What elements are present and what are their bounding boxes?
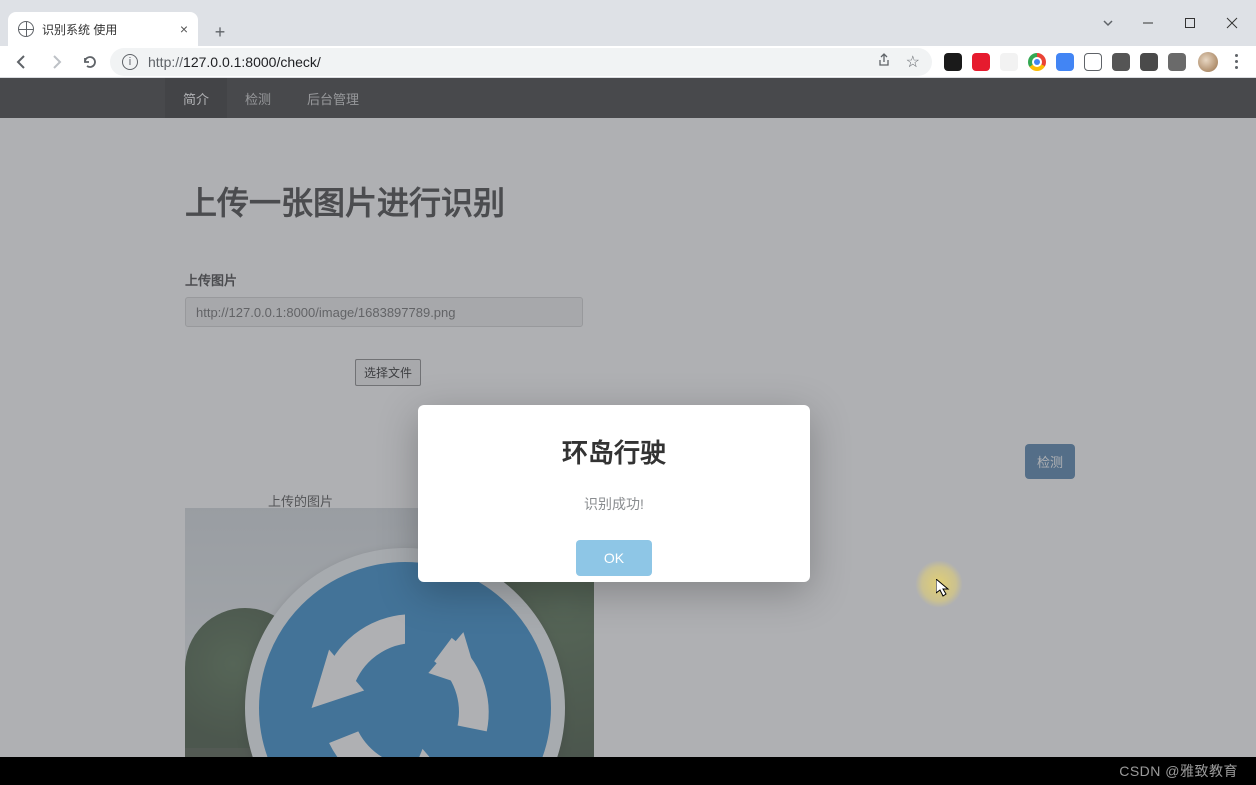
share-icon[interactable] [876,52,892,71]
ext-pencil-icon[interactable] [1000,53,1018,71]
close-window-button[interactable] [1212,8,1252,38]
ext-chrome-icon[interactable] [1028,53,1046,71]
ext-globe-icon[interactable] [1112,53,1130,71]
extensions-area [938,53,1192,71]
globe-icon [18,21,34,37]
ext-grid-icon[interactable] [944,53,962,71]
profile-avatar[interactable] [1198,52,1218,72]
kebab-menu-icon[interactable] [1224,50,1248,74]
back-button[interactable] [8,48,36,76]
watermark-text: CSDN @雅致教育 [1119,761,1238,781]
result-modal: 环岛行驶 识别成功! OK [418,405,810,582]
modal-ok-button[interactable]: OK [576,540,652,576]
maximize-button[interactable] [1170,8,1210,38]
ext-opera-icon[interactable] [972,53,990,71]
watermark-bar: CSDN @雅致教育 [0,757,1256,785]
browser-tab-active[interactable]: 识别系统 使用 × [8,12,198,46]
site-info-icon[interactable]: i [122,54,138,70]
forward-button[interactable] [42,48,70,76]
ext-puzzle-icon[interactable] [1140,53,1158,71]
page-viewport: 简介检测后台管理 上传一张图片进行识别 上传图片 选择文件 检测 上传的图片 [0,78,1256,757]
tab-title: 识别系统 使用 [42,21,117,38]
bookmark-icon[interactable]: ☆ [906,52,920,72]
cursor-icon [936,579,950,597]
window-controls [1090,0,1256,46]
ext-translate-icon[interactable] [1056,53,1074,71]
minimize-button[interactable] [1128,8,1168,38]
modal-title: 环岛行驶 [562,433,666,470]
tab-search-button[interactable] [1090,8,1126,38]
new-tab-button[interactable]: + [206,18,234,46]
modal-message: 识别成功! [584,494,644,514]
browser-toolbar: i http://127.0.0.1:8000/check/ ☆ [0,46,1256,78]
ext-circle1-icon[interactable] [1084,53,1102,71]
close-icon[interactable]: × [180,21,188,37]
ext-printer-icon[interactable] [1168,53,1186,71]
url-text: http://127.0.0.1:8000/check/ [148,54,321,70]
browser-tab-strip: 识别系统 使用 × + [0,0,1256,46]
reload-button[interactable] [76,48,104,76]
address-bar[interactable]: i http://127.0.0.1:8000/check/ ☆ [110,48,932,76]
